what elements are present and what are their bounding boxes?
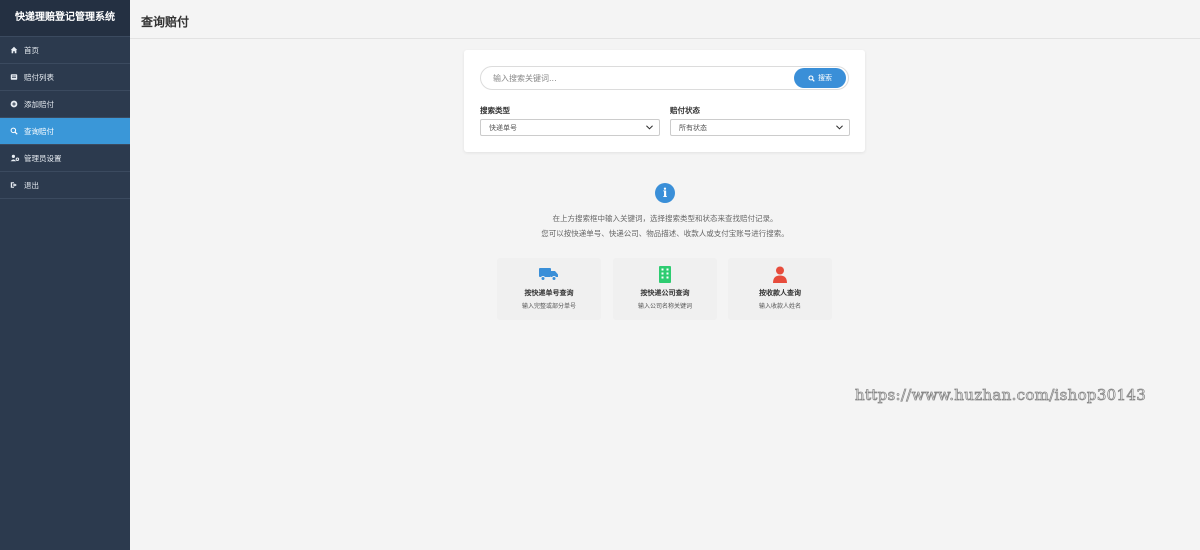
logout-icon bbox=[10, 181, 24, 189]
sidebar-item-admin-settings[interactable]: 管理员设置 bbox=[0, 145, 130, 172]
truck-icon bbox=[539, 268, 558, 281]
sidebar: 快递理赔登记管理系统 首页 赔付列表 添加赔付 查询赔付 管理员设置 退出 bbox=[0, 0, 130, 550]
users-cog-icon bbox=[10, 154, 24, 162]
search-type-select[interactable]: 快递单号 bbox=[480, 119, 660, 136]
building-icon bbox=[659, 266, 671, 283]
sidebar-item-label: 首页 bbox=[24, 45, 39, 55]
plus-circle-icon bbox=[10, 100, 24, 108]
sidebar-item-claims-list[interactable]: 赔付列表 bbox=[0, 64, 130, 91]
search-card: 搜索 搜索类型 快递单号 赔付状态 所有状态 bbox=[464, 50, 865, 152]
hint-line-2: 您可以按快递单号、快递公司、物品描述、收款人或支付宝账号进行搜索。 bbox=[541, 229, 789, 238]
search-type-label: 搜索类型 bbox=[480, 106, 510, 115]
watermark-text: https://www.huzhan.com/ishop30143 bbox=[855, 386, 1147, 405]
main-content: 查询赔付 搜索 搜索类型 快递单号 赔付状态 所有状态 i 在上方搜索框中输入关… bbox=[130, 0, 1200, 550]
sidebar-item-label: 查询赔付 bbox=[24, 126, 54, 136]
list-icon bbox=[10, 73, 24, 81]
search-box: 搜索 bbox=[480, 66, 849, 90]
sidebar-item-label: 添加赔付 bbox=[24, 99, 54, 109]
sidebar-item-search-claim[interactable]: 查询赔付 bbox=[0, 118, 130, 145]
sidebar-item-home[interactable]: 首页 bbox=[0, 37, 130, 64]
page-title: 查询赔付 bbox=[141, 15, 190, 29]
page-header: 查询赔付 bbox=[130, 0, 1200, 39]
claim-status-select[interactable]: 所有状态 bbox=[670, 119, 850, 136]
app-title: 快递理赔登记管理系统 bbox=[0, 0, 130, 37]
feature-desc: 输入完整或部分单号 bbox=[521, 303, 576, 310]
sidebar-item-add-claim[interactable]: 添加赔付 bbox=[0, 91, 130, 118]
feature-title: 按快递公司查询 bbox=[640, 289, 690, 297]
search-button-label: 搜索 bbox=[818, 74, 832, 82]
feature-desc: 输入公司名称关键词 bbox=[637, 303, 692, 310]
sidebar-item-label: 管理员设置 bbox=[24, 153, 62, 163]
feature-title: 按快递单号查询 bbox=[524, 289, 574, 297]
claim-status-value: 所有状态 bbox=[679, 123, 707, 132]
search-input[interactable] bbox=[481, 67, 795, 89]
claim-status-label: 赔付状态 bbox=[670, 106, 700, 115]
search-icon bbox=[808, 74, 815, 82]
search-type-value: 快递单号 bbox=[489, 123, 517, 132]
sidebar-item-label: 赔付列表 bbox=[24, 72, 54, 82]
sidebar-item-logout[interactable]: 退出 bbox=[0, 172, 130, 199]
sidebar-item-label: 退出 bbox=[24, 180, 39, 190]
feature-card-company: 按快递公司查询 输入公司名称关键词 bbox=[613, 258, 717, 320]
hint-line-1: 在上方搜索框中输入关键词，选择搜索类型和状态来查找赔付记录。 bbox=[552, 214, 778, 223]
home-icon bbox=[10, 46, 24, 54]
feature-card-payee: 按收款人查询 输入收款人姓名 bbox=[728, 258, 832, 320]
search-button[interactable]: 搜索 bbox=[794, 68, 846, 88]
chevron-down-icon bbox=[646, 125, 653, 130]
feature-desc: 输入收款人姓名 bbox=[758, 303, 801, 310]
chevron-down-icon bbox=[836, 125, 843, 130]
info-icon: i bbox=[655, 183, 675, 203]
feature-title: 按收款人查询 bbox=[759, 289, 801, 297]
user-icon bbox=[773, 266, 787, 283]
feature-card-tracking-number: 按快递单号查询 输入完整或部分单号 bbox=[497, 258, 601, 320]
search-icon bbox=[10, 127, 24, 135]
